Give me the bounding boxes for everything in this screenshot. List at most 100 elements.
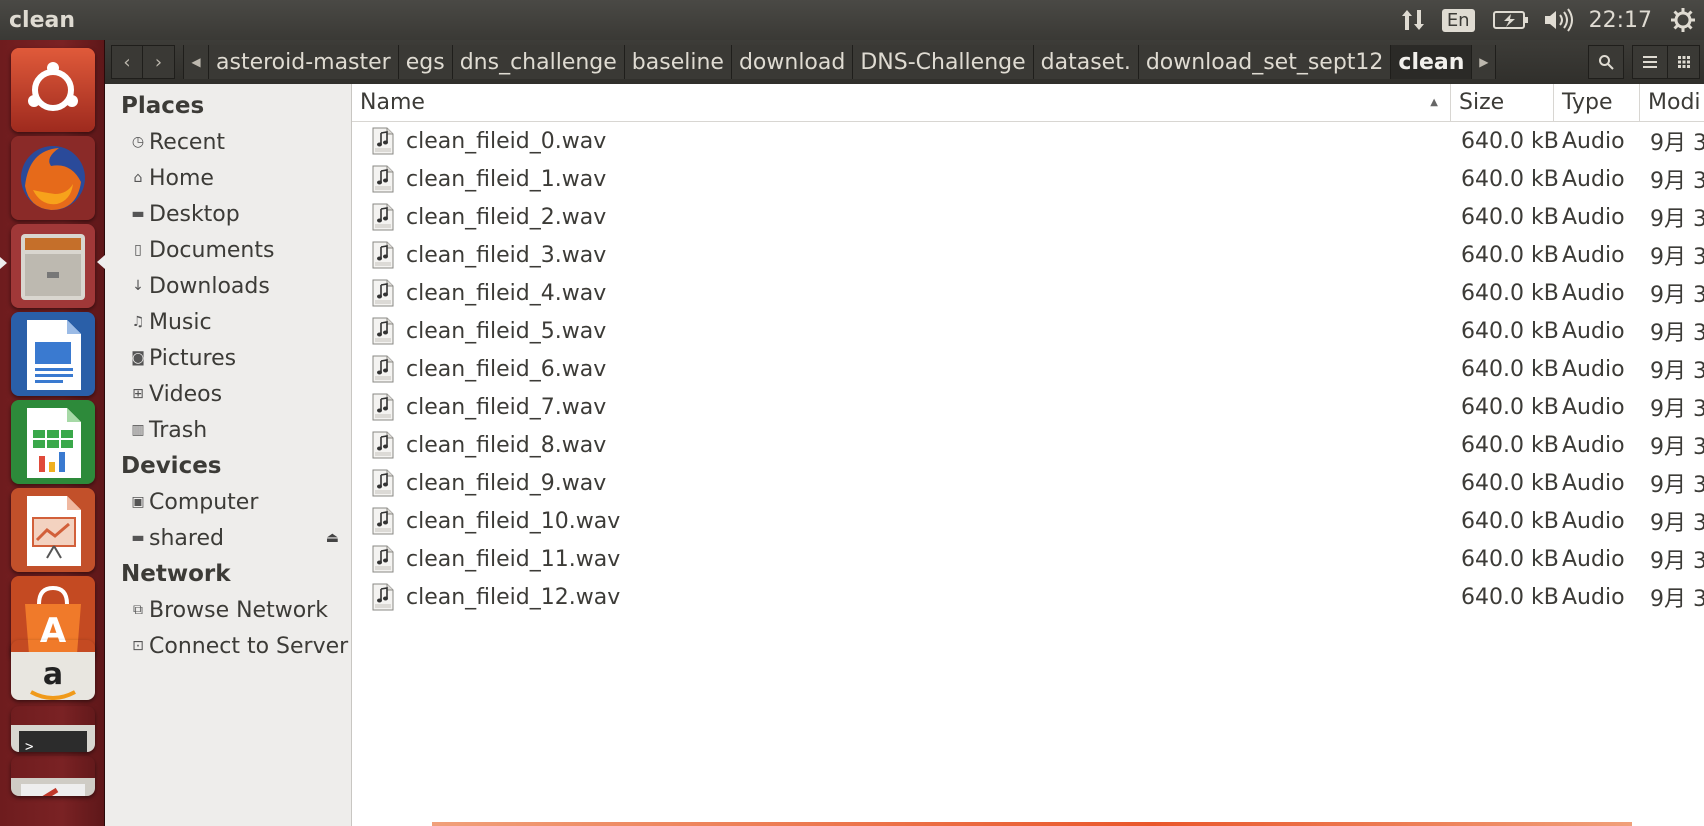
table-row[interactable]: clean_fileid_2.wav 640.0 kB Audio 9月 3 <box>352 198 1704 236</box>
launcher-system-settings-icon[interactable] <box>11 756 95 796</box>
table-row[interactable]: clean_fileid_6.wav 640.0 kB Audio 9月 3 <box>352 350 1704 388</box>
sidebar-item-computer[interactable]: ▣ Computer <box>105 484 351 520</box>
launcher-terminal-icon[interactable]: >_ <box>11 706 95 752</box>
sidebar-item-browse-network[interactable]: ⧉ Browse Network <box>105 592 351 628</box>
sidebar-item-shared[interactable]: ▬ shared ⏏ <box>105 520 351 556</box>
breadcrumb-item[interactable]: download <box>730 45 853 79</box>
file-size: 640.0 kB <box>1461 546 1559 572</box>
breadcrumb-item[interactable]: dns_challenge <box>451 45 624 79</box>
launcher-calc-icon[interactable] <box>11 400 95 484</box>
file-modified: 9月 3 <box>1650 131 1704 156</box>
file-name-cell: clean_fileid_4.wav <box>352 279 1451 307</box>
forward-button[interactable]: › <box>143 45 175 79</box>
battery-icon[interactable] <box>1492 0 1529 40</box>
keyboard-language-indicator[interactable]: En <box>1441 0 1475 40</box>
breadcrumb-scroll-left-button[interactable]: ◀ <box>184 45 208 79</box>
table-row[interactable]: clean_fileid_10.wav 640.0 kB Audio 9月 3 <box>352 502 1704 540</box>
launcher-impress-icon[interactable] <box>11 488 95 572</box>
table-row[interactable]: clean_fileid_5.wav 640.0 kB Audio 9月 3 <box>352 312 1704 350</box>
breadcrumb-item[interactable]: asteroid-master <box>208 45 398 79</box>
launcher-files-icon[interactable] <box>11 224 95 308</box>
launcher-writer-icon[interactable] <box>11 312 95 396</box>
table-row[interactable]: clean_fileid_1.wav 640.0 kB Audio 9月 3 <box>352 160 1704 198</box>
search-button[interactable] <box>1588 45 1624 79</box>
table-row[interactable]: clean_fileid_11.wav 640.0 kB Audio 9月 3 <box>352 540 1704 578</box>
breadcrumb-current-item[interactable]: clean <box>1390 45 1472 79</box>
sidebar-item-trash[interactable]: ▥ Trash <box>105 412 351 448</box>
sidebar-item-pictures[interactable]: ◙ Pictures <box>105 340 351 376</box>
file-size: 640.0 kB <box>1461 356 1559 382</box>
audio-file-icon <box>372 469 394 497</box>
breadcrumb: ◀ asteroid-master egs dns_challenge base… <box>183 45 1497 79</box>
file-name-cell: clean_fileid_12.wav <box>352 583 1451 611</box>
audio-file-icon <box>372 355 394 383</box>
file-name-cell: clean_fileid_8.wav <box>352 431 1451 459</box>
network-transfer-icon[interactable] <box>1400 0 1426 40</box>
sidebar-item-documents[interactable]: ▯ Documents <box>105 232 351 268</box>
file-rows: clean_fileid_0.wav 640.0 kB Audio 9月 3 c… <box>352 122 1704 616</box>
grid-view-button[interactable] <box>1668 45 1700 79</box>
list-view-button[interactable] <box>1632 45 1668 79</box>
sidebar-item-videos[interactable]: ⊞ Videos <box>105 376 351 412</box>
clock[interactable]: 22:17 <box>1589 0 1652 40</box>
toolbar: ‹ › ◀ asteroid-master egs dns_challenge … <box>105 40 1704 84</box>
table-row[interactable]: clean_fileid_0.wav 640.0 kB Audio 9月 3 <box>352 122 1704 160</box>
file-type: Audio <box>1562 318 1625 344</box>
breadcrumb-item[interactable]: DNS-Challenge <box>852 45 1033 79</box>
volume-icon[interactable] <box>1543 0 1575 40</box>
file-modified: 9月 3 <box>1650 435 1704 460</box>
column-header-size[interactable]: Size <box>1451 83 1554 122</box>
sidebar-item-connect-to-server[interactable]: ⊡ Connect to Server <box>105 628 351 664</box>
table-row[interactable]: clean_fileid_9.wav 640.0 kB Audio 9月 3 <box>352 464 1704 502</box>
file-type: Audio <box>1562 508 1625 534</box>
breadcrumb-scroll-right-button[interactable]: ▶ <box>1471 45 1496 79</box>
sidebar-item-desktop[interactable]: ▬ Desktop <box>105 196 351 232</box>
column-label: Name <box>360 90 425 115</box>
breadcrumb-item[interactable]: dataset. <box>1032 45 1138 79</box>
triangle-right-icon: ▶ <box>1479 55 1489 69</box>
launcher-dash-ubuntu-icon[interactable] <box>11 48 95 132</box>
file-name-cell: clean_fileid_0.wav <box>352 127 1451 155</box>
file-name: clean_fileid_11.wav <box>406 546 621 572</box>
table-row[interactable]: clean_fileid_4.wav 640.0 kB Audio 9月 3 <box>352 274 1704 312</box>
sidebar-item-label: Recent <box>149 129 226 155</box>
sidebar-item-music[interactable]: ♫ Music <box>105 304 351 340</box>
column-header-name[interactable]: Name ▲ <box>352 83 1451 122</box>
column-header-modified[interactable]: Modi <box>1640 84 1704 122</box>
file-size: 640.0 kB <box>1461 318 1559 344</box>
download-icon: ↓ <box>132 278 144 294</box>
sidebar-item-recent[interactable]: ◷ Recent <box>105 124 351 160</box>
file-type: Audio <box>1562 394 1625 420</box>
table-row[interactable]: clean_fileid_7.wav 640.0 kB Audio 9月 3 <box>352 388 1704 426</box>
audio-file-icon <box>372 431 394 459</box>
search-icon <box>1599 55 1614 70</box>
file-modified: 9月 3 <box>1650 359 1704 384</box>
breadcrumb-item[interactable]: egs <box>397 45 452 79</box>
file-size: 640.0 kB <box>1461 128 1559 154</box>
breadcrumb-item[interactable]: download_set_sept12 <box>1137 45 1391 79</box>
file-name: clean_fileid_9.wav <box>406 470 607 496</box>
breadcrumb-item[interactable]: baseline <box>623 45 731 79</box>
sidebar-item-label: Trash <box>149 417 208 443</box>
launcher-amazon-icon[interactable]: a <box>11 640 95 700</box>
eject-icon[interactable]: ⏏ <box>326 530 339 546</box>
table-row[interactable]: clean_fileid_3.wav 640.0 kB Audio 9月 3 <box>352 236 1704 274</box>
back-button[interactable]: ‹ <box>111 45 143 79</box>
file-size: 640.0 kB <box>1461 584 1559 610</box>
sidebar-item-home[interactable]: ⌂ Home <box>105 160 351 196</box>
file-type: Audio <box>1562 470 1625 496</box>
session-gear-icon[interactable] <box>1670 0 1696 40</box>
table-row[interactable]: clean_fileid_12.wav 640.0 kB Audio 9月 3 <box>352 578 1704 616</box>
launcher-firefox-icon[interactable] <box>11 136 95 220</box>
chevron-right-icon: › <box>154 51 163 73</box>
file-name: clean_fileid_1.wav <box>406 166 607 192</box>
sidebar-item-label: Pictures <box>149 345 237 371</box>
horizontal-scroll-indicator[interactable] <box>432 822 1632 826</box>
sidebar-item-label: Computer <box>149 489 259 515</box>
file-name: clean_fileid_7.wav <box>406 394 607 420</box>
column-header-type[interactable]: Type <box>1554 83 1640 122</box>
table-row[interactable]: clean_fileid_8.wav 640.0 kB Audio 9月 3 <box>352 426 1704 464</box>
file-type: Audio <box>1562 546 1625 572</box>
sidebar-item-downloads[interactable]: ↓ Downloads <box>105 268 351 304</box>
computer-icon: ▣ <box>131 494 145 510</box>
